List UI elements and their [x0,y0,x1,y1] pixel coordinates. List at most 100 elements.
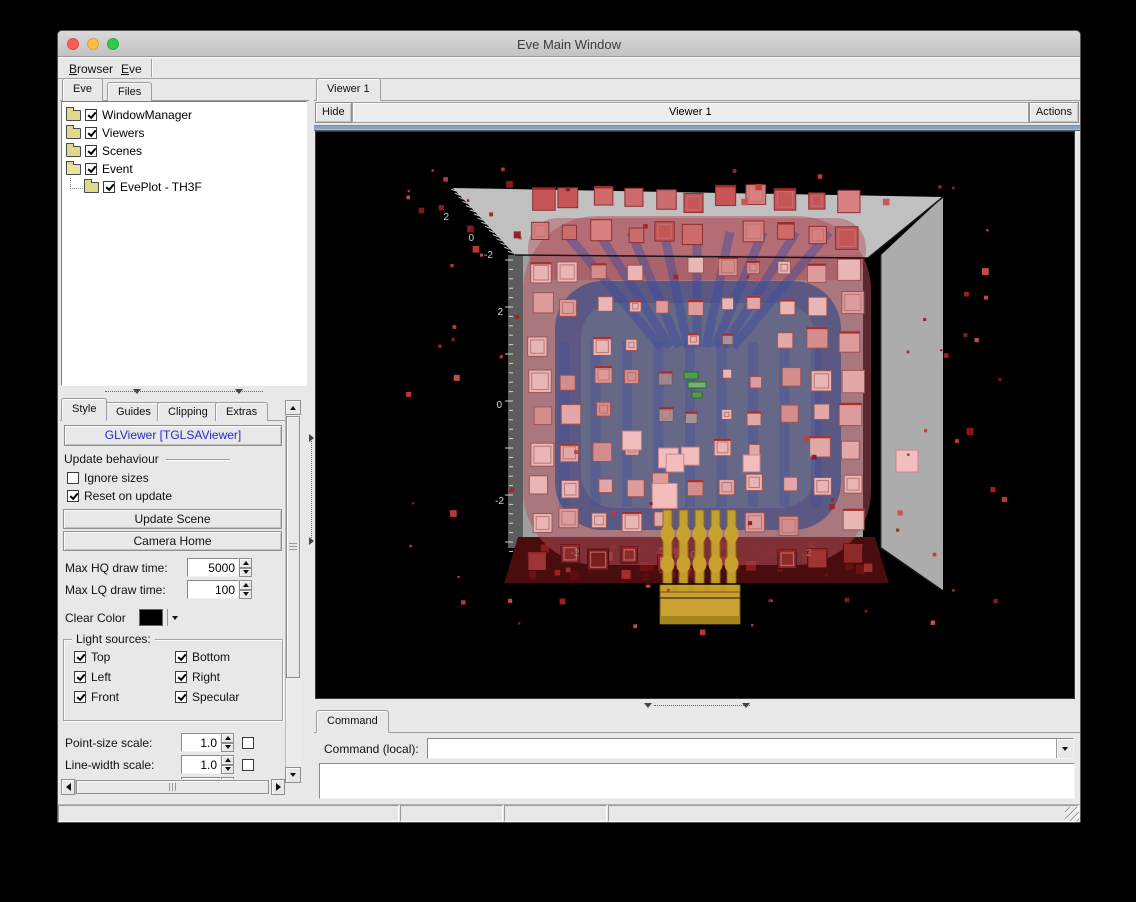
light-source-label: Bottom [192,650,230,664]
light-source-label: Top [91,650,110,664]
scroll-thumb[interactable] [76,780,269,794]
clear-color-label: Clear Color [65,611,126,625]
svg-text:2: 2 [497,307,503,318]
folder-icon [66,164,81,175]
light-source-checkbox[interactable] [175,691,187,703]
svg-text:0: 0 [468,233,474,244]
tab-command[interactable]: Command [316,710,389,733]
gl-viewport[interactable]: 20-220-2-202 [315,131,1075,699]
light-source-checkbox[interactable] [74,651,86,663]
command-log[interactable] [319,763,1075,799]
light-source-checkbox[interactable] [175,651,187,663]
ignore-sizes-checkbox[interactable] [67,472,79,484]
scale-auto-checkbox[interactable] [242,737,254,749]
scale-value[interactable]: 1.0 [181,733,221,752]
light-source-checkbox[interactable] [74,671,86,683]
status-cell [400,805,503,822]
scale-label: Line-width scale: [65,758,181,772]
light-source-item[interactable]: Front [74,690,175,704]
scroll-up-icon[interactable] [285,400,301,415]
menu-browser[interactable]: Browser [64,60,118,78]
tree-item-checkbox[interactable] [85,145,97,157]
scroll-right-icon[interactable] [271,779,285,795]
tab-eve[interactable]: Eve [62,78,103,101]
max-lq-value[interactable]: 100 [187,580,239,599]
max-hq-spinner[interactable]: 5000 [187,558,252,577]
desktop: { "window": { "title": "Eve Main Window"… [0,0,1136,902]
tree-item[interactable]: Event [62,160,306,178]
scale-spinner[interactable]: 1.0 [181,755,234,774]
tab-style[interactable]: Style [61,398,107,421]
light-source-checkbox[interactable] [74,691,86,703]
combo-dropdown-icon[interactable] [1056,739,1073,758]
tree-item[interactable]: Scenes [62,142,306,160]
spin-down-icon[interactable] [221,743,234,753]
tree-item-checkbox[interactable] [103,181,115,193]
scale-spinner[interactable]: 1.0 [181,733,234,752]
tree-item-checkbox[interactable] [85,163,97,175]
light-source-item[interactable]: Top [74,650,175,664]
tab-clipping[interactable]: Clipping [157,402,219,421]
clear-color-dropdown[interactable] [167,609,181,626]
spin-down-icon[interactable] [239,590,252,600]
resize-grip-icon[interactable] [1065,807,1079,821]
spin-up-icon[interactable] [221,755,234,765]
tab-guides[interactable]: Guides [105,402,162,421]
light-source-item[interactable]: Bottom [175,650,276,664]
window-title: Eve Main Window [58,37,1080,52]
actions-button[interactable]: Actions [1029,102,1079,123]
scale-auto-checkbox[interactable] [242,759,254,771]
light-source-checkbox[interactable] [175,671,187,683]
tree-item-checkbox[interactable] [85,109,97,121]
light-source-label: Front [91,690,119,704]
tab-viewer-1[interactable]: Viewer 1 [316,78,381,101]
scroll-thumb[interactable] [286,416,300,678]
max-lq-spinner[interactable]: 100 [187,580,252,599]
scroll-down-icon[interactable] [285,767,301,783]
tab-files[interactable]: Files [107,82,152,101]
camera-home-button[interactable]: Camera Home [63,531,282,551]
spin-down-icon[interactable] [221,765,234,775]
status-cell [58,805,399,822]
spin-up-icon[interactable] [239,558,252,568]
spin-up-icon[interactable] [221,733,234,743]
tab-extras[interactable]: Extras [215,402,268,421]
tree-item[interactable]: WindowManager [62,106,306,124]
spin-down-icon[interactable] [239,568,252,578]
browser-tab-row: Eve Files [60,79,309,101]
command-input[interactable] [427,738,1074,759]
status-cell [608,805,1079,822]
ignore-sizes-row[interactable]: Ignore sizes [67,471,149,485]
max-hq-value[interactable]: 5000 [187,558,239,577]
menu-eve[interactable]: Eve [116,60,147,78]
title-bar[interactable]: Eve Main Window [58,31,1080,57]
command-row: Command (local): [324,738,1074,759]
glviewer-button[interactable]: GLViewer [TGLSAViewer] [64,425,282,446]
tree-item-checkbox[interactable] [85,127,97,139]
light-source-item[interactable]: Specular [175,690,276,704]
command-input-value[interactable] [428,739,1056,758]
update-scene-button[interactable]: Update Scene [63,509,282,529]
tree-item-label: Scenes [102,144,142,158]
light-source-item[interactable]: Right [175,670,276,684]
light-source-item[interactable]: Left [74,670,175,684]
svg-text:-2: -2 [484,250,493,261]
folder-icon [66,110,81,121]
left-horizontal-splitter[interactable] [61,386,307,397]
vertical-splitter[interactable] [309,79,314,806]
hide-button[interactable]: Hide [315,102,352,123]
clear-color-swatch[interactable] [139,609,163,626]
scroll-left-icon[interactable] [61,779,75,795]
tree-item[interactable]: Viewers [62,124,306,142]
tree-item[interactable]: EvePlot - TH3F [62,178,306,196]
reset-on-update-row[interactable]: Reset on update [67,489,172,503]
reset-on-update-checkbox[interactable] [67,490,79,502]
status-cell [504,805,607,822]
viewer-horizontal-splitter[interactable] [314,700,1080,711]
svg-text:2: 2 [443,212,449,223]
reset-on-update-label: Reset on update [84,489,172,503]
spin-up-icon[interactable] [239,580,252,590]
max-hq-row: Max HQ draw time: 5000 [65,558,252,577]
scale-value[interactable]: 1.0 [181,755,221,774]
light-source-label: Right [192,670,220,684]
